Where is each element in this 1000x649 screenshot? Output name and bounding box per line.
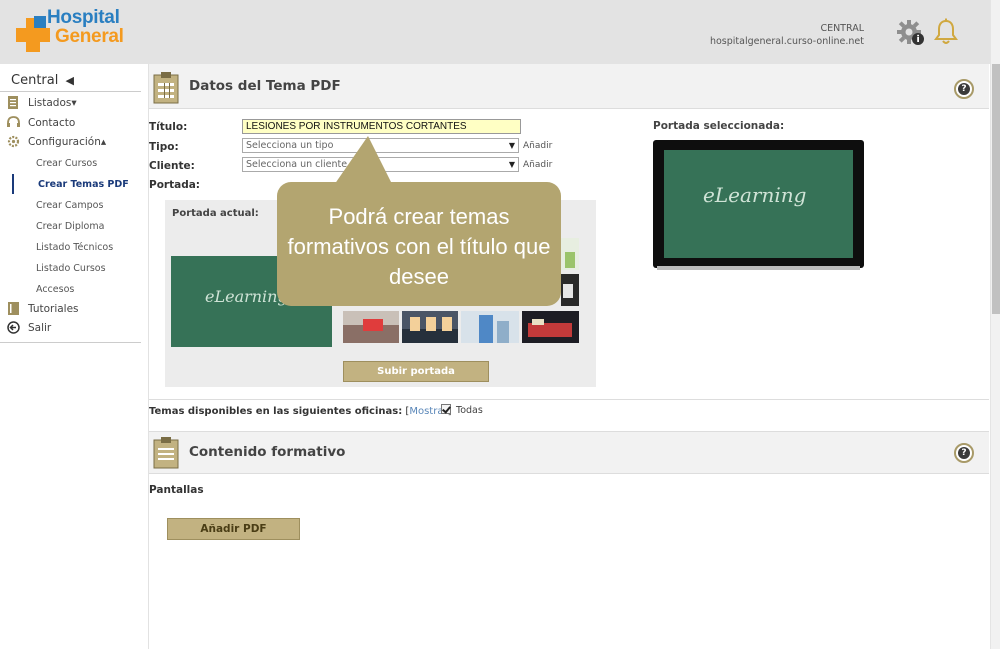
- sidebar-item-contacto[interactable]: Contacto: [6, 116, 75, 129]
- section-header-contenido: Contenido formativo ?: [149, 432, 989, 474]
- oficinas-label: Temas disponibles en las siguientes ofic…: [149, 406, 403, 417]
- collapse-arrow-icon[interactable]: ◀: [65, 74, 73, 87]
- sidebar-item-salir[interactable]: Salir: [6, 321, 51, 334]
- active-indicator: [12, 174, 14, 194]
- label-titulo: Título:: [149, 121, 188, 133]
- logo-line2: General: [55, 26, 124, 47]
- section-header-datos: Datos del Tema PDF ?: [149, 64, 989, 109]
- sidebar-sub-crear-temas-pdf[interactable]: Crear Temas PDF: [38, 179, 129, 190]
- help-icon[interactable]: ?: [954, 79, 974, 99]
- cover-option-thumbnail[interactable]: [522, 311, 579, 343]
- settings-gear-icon[interactable]: [897, 18, 925, 46]
- add-cliente-link[interactable]: Añadir: [523, 160, 552, 170]
- label-cliente: Cliente:: [149, 160, 195, 172]
- org-domain: hospitalgeneral.curso-online.net: [709, 36, 864, 47]
- label-portada: Portada:: [149, 179, 200, 191]
- sidebar-sub-listado-tecnicos[interactable]: Listado Técnicos: [36, 242, 113, 253]
- sidebar-item-label: Salir: [28, 321, 52, 334]
- main-content: Datos del Tema PDF ? Título: LESIONES PO…: [148, 64, 989, 649]
- sidebar: Central ◀ Listados▾ Contacto Configuraci…: [0, 64, 141, 649]
- gear-icon: [7, 135, 20, 148]
- tutorial-callout: Podrá crear temas formativos con el títu…: [277, 182, 561, 306]
- sidebar-title[interactable]: Central ◀: [11, 73, 74, 88]
- help-icon[interactable]: ?: [954, 443, 974, 463]
- cover-option-thumbnail[interactable]: [343, 311, 399, 343]
- sidebar-item-label: Configuración▴: [28, 135, 107, 148]
- dropdown-arrow-icon: ▼: [508, 141, 515, 150]
- org-name: CENTRAL: [820, 23, 864, 34]
- sidebar-sub-crear-campos[interactable]: Crear Campos: [36, 200, 103, 211]
- sidebar-item-label: Contacto: [28, 116, 76, 129]
- pantallas-label: Pantallas: [149, 484, 204, 496]
- clipboard-icon: [153, 437, 179, 469]
- subir-portada-button[interactable]: Subir portada: [343, 361, 489, 382]
- exit-icon: [7, 321, 20, 334]
- sidebar-sub-crear-cursos[interactable]: Crear Cursos: [36, 158, 97, 169]
- section-title: Contenido formativo: [189, 444, 346, 460]
- sidebar-sub-crear-diploma[interactable]: Crear Diploma: [36, 221, 104, 232]
- todas-checkbox[interactable]: [441, 404, 451, 414]
- sidebar-item-listados[interactable]: Listados▾: [6, 96, 77, 109]
- section-title: Datos del Tema PDF: [189, 78, 341, 94]
- portada-actual-label: Portada actual:: [172, 208, 259, 219]
- add-tipo-link[interactable]: Añadir: [523, 141, 552, 151]
- dropdown-arrow-icon: ▼: [508, 160, 515, 169]
- chalk-text: eLearning: [703, 183, 806, 207]
- add-pdf-button[interactable]: Añadir PDF: [167, 518, 300, 540]
- todas-label: Todas: [456, 405, 483, 416]
- cover-option-thumbnail[interactable]: [402, 311, 458, 343]
- callout-text: Podrá crear temas formativos con el títu…: [287, 204, 551, 289]
- chalk-text: eLearning: [205, 287, 288, 306]
- hospital-general-logo[interactable]: Hospital General: [14, 7, 139, 54]
- sidebar-sub-listado-cursos[interactable]: Listado Cursos: [36, 263, 106, 274]
- portada-seleccionada-label: Portada seleccionada:: [653, 120, 785, 132]
- headset-icon: [7, 116, 20, 127]
- callout-pointer: [332, 136, 394, 188]
- vertical-scrollbar[interactable]: [990, 0, 1000, 649]
- sidebar-sub-accesos[interactable]: Accesos: [36, 284, 74, 295]
- selected-cover-preview: eLearning: [653, 140, 864, 270]
- bell-icon[interactable]: [933, 18, 959, 46]
- org-info: CENTRAL hospitalgeneral.curso-online.net: [710, 22, 864, 48]
- app-header: Hospital General CENTRAL hospitalgeneral…: [0, 0, 990, 64]
- cover-option-thumbnail[interactable]: [461, 311, 519, 343]
- sidebar-item-configuracion[interactable]: Configuración▴: [6, 135, 106, 148]
- document-icon: [153, 72, 179, 104]
- sidebar-title-text: Central: [11, 73, 59, 88]
- sidebar-item-tutoriales[interactable]: Tutoriales: [6, 302, 79, 315]
- sidebar-item-label: Tutoriales: [28, 302, 79, 315]
- oficinas-text: Temas disponibles en las siguientes ofic…: [149, 406, 451, 417]
- cover-option-thumbnail[interactable]: [561, 238, 579, 270]
- cover-option-thumbnail[interactable]: [561, 274, 579, 306]
- sidebar-item-label: Listados▾: [28, 96, 77, 109]
- book-icon: [8, 302, 19, 315]
- titulo-input[interactable]: LESIONES POR INSTRUMENTOS CORTANTES: [242, 119, 521, 134]
- list-icon: [8, 96, 18, 109]
- label-tipo: Tipo:: [149, 141, 179, 153]
- scrollbar-thumb[interactable]: [992, 64, 1000, 314]
